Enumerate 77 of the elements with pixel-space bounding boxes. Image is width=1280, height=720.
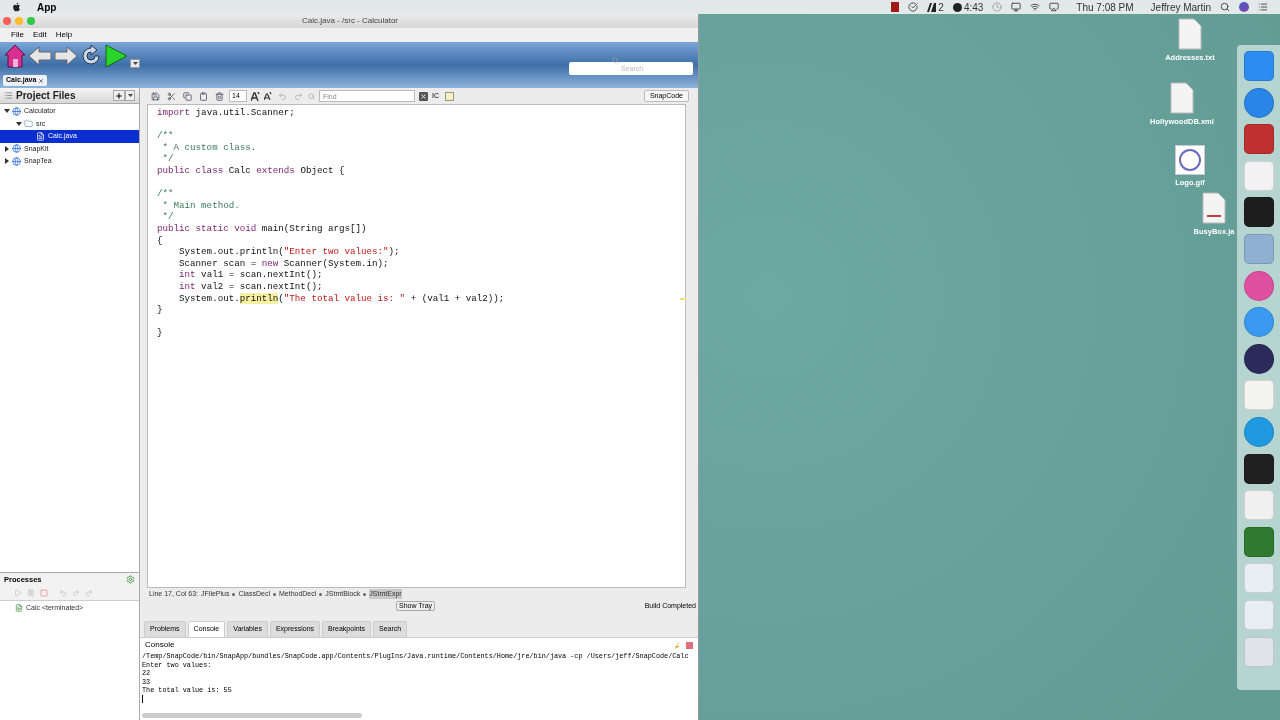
search-icon[interactable] xyxy=(1220,2,1230,12)
forward-arrow-icon[interactable] xyxy=(54,45,78,67)
app-menu[interactable]: App xyxy=(37,0,57,15)
console-title: Console xyxy=(145,639,175,651)
back-arrow-icon[interactable] xyxy=(28,45,52,67)
delete-icon[interactable] xyxy=(213,90,225,102)
menu-item[interactable]: File xyxy=(11,29,24,41)
status-text[interactable]: 2 xyxy=(938,0,944,15)
code-line: } xyxy=(157,304,163,316)
code-line: import java.util.Scanner; xyxy=(157,107,295,119)
close-icon[interactable] xyxy=(38,77,45,84)
disclosure-icon[interactable] xyxy=(4,108,10,115)
home-icon[interactable] xyxy=(4,44,26,68)
globe-icon xyxy=(12,106,21,116)
menu-item[interactable]: Edit xyxy=(32,29,47,41)
airplay-icon[interactable] xyxy=(1049,2,1060,12)
process-icon xyxy=(15,604,23,613)
status-text[interactable]: 4:43 xyxy=(963,0,984,15)
menu-item[interactable]: Help xyxy=(55,29,73,41)
disclosure-icon[interactable] xyxy=(4,158,10,165)
panel-title: Project Files xyxy=(16,89,76,103)
code-line: { xyxy=(157,234,163,247)
code-line: System.out.println("Enter two values:"); xyxy=(178,246,400,258)
menu-button[interactable] xyxy=(125,90,135,101)
close-icon[interactable] xyxy=(3,17,11,25)
copy-icon[interactable] xyxy=(181,90,193,102)
file-icon xyxy=(36,131,45,141)
display-icon[interactable] xyxy=(1011,2,1022,12)
code-line: } xyxy=(157,326,163,339)
caret-icon xyxy=(127,94,133,97)
search-icon xyxy=(612,57,619,64)
plus-icon xyxy=(115,91,123,100)
code-line: * Main method. xyxy=(161,199,240,212)
code-line: System.out.println("The total value is: " + (val1 + val2)); xyxy=(178,292,505,305)
apple-icon[interactable] xyxy=(12,2,21,12)
code-line: * A custom class. xyxy=(161,141,257,154)
notifications-icon[interactable] xyxy=(1258,2,1268,12)
wifi-icon[interactable] xyxy=(1030,2,1041,12)
cut-icon[interactable] xyxy=(165,90,177,102)
code-line: /** xyxy=(157,129,174,142)
code-line: public static void main(String args[]) xyxy=(157,222,367,235)
search-icon xyxy=(308,92,315,100)
font-increase-icon[interactable] xyxy=(251,91,260,101)
save-icon[interactable] xyxy=(149,90,161,102)
scrollbar[interactable] xyxy=(142,713,362,718)
clear-button[interactable] xyxy=(419,91,428,101)
code-line: int val1 = scan.nextInt(); xyxy=(178,269,323,281)
caret-icon xyxy=(132,61,138,65)
code-line: Scanner scan = new Scanner(System.in); xyxy=(178,257,389,270)
paste-icon[interactable] xyxy=(197,90,209,102)
globe-icon xyxy=(12,156,21,166)
disclosure-icon[interactable] xyxy=(16,120,22,127)
list-icon xyxy=(4,91,13,100)
code-line: public class Calc extends Object { xyxy=(157,164,345,177)
disclosure-icon[interactable] xyxy=(4,145,10,152)
check-icon[interactable] xyxy=(908,2,919,12)
dropdown-button[interactable] xyxy=(130,58,140,68)
window-title: Calc.java - /src - Calculator xyxy=(301,15,399,27)
globe-icon xyxy=(12,144,21,154)
code-line: */ xyxy=(161,211,174,223)
refresh-icon[interactable] xyxy=(80,45,102,67)
separator-dot-icon xyxy=(363,592,367,596)
image-file-icon[interactable] xyxy=(1175,145,1205,175)
user-name[interactable]: Jeffrey Martin xyxy=(1150,0,1211,15)
separator-dot-icon xyxy=(272,592,276,596)
font-decrease-icon[interactable] xyxy=(264,92,272,100)
folder-icon xyxy=(24,119,33,129)
separator-dot-icon xyxy=(319,592,323,596)
add-button[interactable] xyxy=(113,90,125,101)
code-line: int val2 = scan.nextInt(); xyxy=(178,280,323,293)
settings-icon[interactable] xyxy=(126,575,135,584)
stop-icon[interactable] xyxy=(686,641,693,649)
clock-text[interactable]: Thu 7:08 PM xyxy=(1076,0,1134,15)
bookmark-icon[interactable] xyxy=(443,90,455,102)
separator-dot-icon xyxy=(232,592,236,596)
code-line: /** xyxy=(157,187,174,200)
code-line: */ xyxy=(161,153,174,165)
